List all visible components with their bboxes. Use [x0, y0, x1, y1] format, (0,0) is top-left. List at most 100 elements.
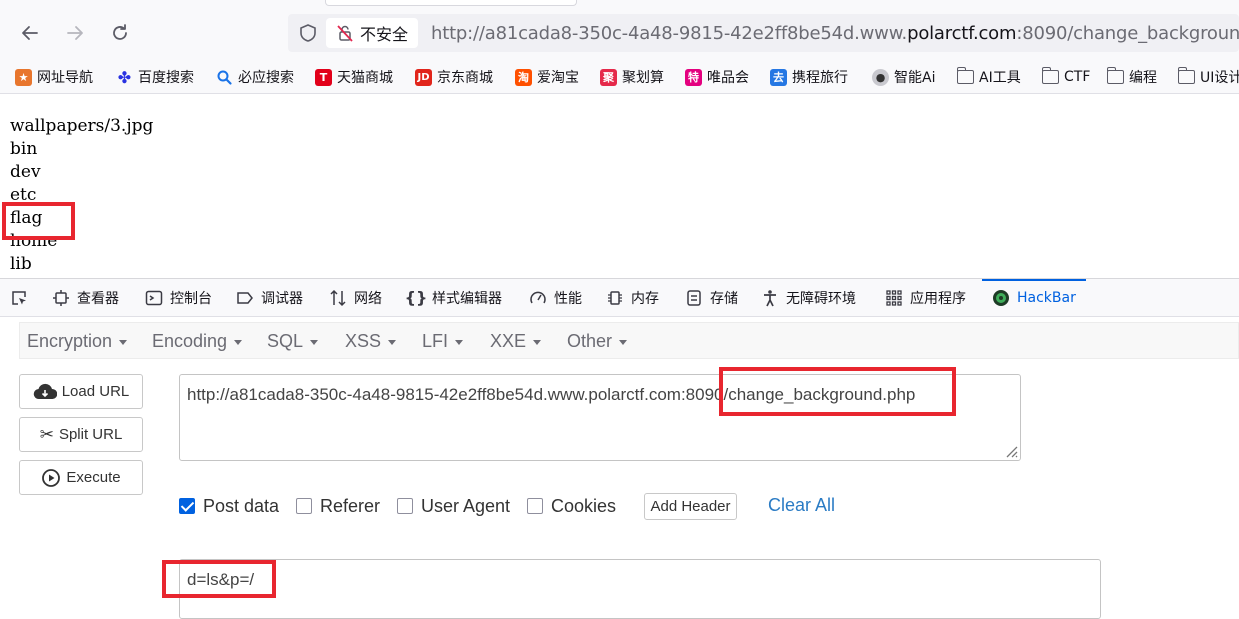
- menu-label: Encoding: [152, 331, 228, 351]
- bookmark-baidu[interactable]: ✤ 百度搜索: [116, 66, 194, 88]
- bookmark-folder-programming[interactable]: 编程: [1106, 66, 1157, 88]
- flag-highlight-box: [2, 202, 75, 240]
- load-url-button[interactable]: Load URL: [19, 374, 143, 409]
- active-tab-edge: [325, 0, 577, 6]
- bookmark-tmall[interactable]: T 天猫商城: [315, 66, 393, 88]
- console-icon: [145, 289, 163, 307]
- menu-label: SQL: [267, 331, 304, 351]
- caret-down-icon: [388, 340, 397, 345]
- tab-inspector[interactable]: 查看器: [52, 279, 119, 316]
- menu-sql[interactable]: SQL: [267, 323, 319, 360]
- tab-memory[interactable]: 内存: [606, 279, 659, 316]
- tab-performance[interactable]: 性能: [529, 279, 582, 316]
- reload-button[interactable]: [105, 18, 135, 48]
- tab-label: 调试器: [261, 290, 303, 307]
- address-bar[interactable]: 不安全 http://a81cada8-350c-4a48-9815-42e2f…: [288, 14, 1239, 52]
- caret-down-icon: [310, 340, 319, 345]
- referer-checkbox[interactable]: Referer: [296, 495, 380, 517]
- post-data-checkbox[interactable]: Post data: [179, 495, 279, 517]
- bookmark-ai[interactable]: ● 智能Ai: [872, 66, 935, 88]
- braces-icon: {}: [404, 288, 428, 307]
- bookmark-label: 爱淘宝: [537, 70, 579, 86]
- url-text[interactable]: http://a81cada8-350c-4a48-9815-42e2ff8be…: [431, 23, 1239, 44]
- ctrip-icon: 去: [770, 68, 787, 86]
- output-line: wallpapers/3.jpg: [10, 116, 154, 136]
- menu-encryption[interactable]: Encryption: [27, 323, 128, 360]
- output-line: dev: [10, 162, 41, 182]
- forward-button[interactable]: [60, 18, 90, 48]
- menu-lfi[interactable]: LFI: [422, 323, 464, 360]
- bookmark-label: 网址导航: [37, 70, 93, 86]
- tab-label: 网络: [354, 290, 382, 307]
- tab-style-editor[interactable]: {} 样式编辑器: [404, 279, 502, 316]
- tab-network[interactable]: 网络: [329, 279, 382, 316]
- url-domain: polarctf.com: [907, 23, 1017, 44]
- tab-hackbar[interactable]: HackBar: [982, 279, 1086, 316]
- tab-label: 存储: [710, 290, 738, 307]
- insecure-connection-button[interactable]: 不安全: [326, 18, 419, 48]
- bookmark-folder-ctf[interactable]: CTF: [1041, 66, 1090, 88]
- inspector-icon: [52, 289, 70, 307]
- bookmark-vip[interactable]: 特 唯品会: [685, 66, 749, 88]
- tab-application[interactable]: 应用程序: [885, 279, 966, 316]
- tab-label: HackBar: [1017, 289, 1076, 306]
- bookmark-juhuasuan[interactable]: 聚 聚划算: [600, 66, 664, 88]
- bookmark-taobao[interactable]: 淘 爱淘宝: [515, 66, 579, 88]
- folder-icon: [1041, 67, 1059, 84]
- cookies-checkbox[interactable]: Cookies: [527, 495, 616, 517]
- scissors-icon: ✂: [39, 424, 54, 444]
- ai-avatar-icon: ●: [872, 68, 889, 86]
- bookmark-label: 编程: [1129, 70, 1157, 86]
- caret-down-icon: [234, 340, 243, 345]
- checkbox-checked-icon: [179, 498, 195, 514]
- tab-storage[interactable]: 存储: [685, 279, 738, 316]
- bookmark-jd[interactable]: JD 京东商城: [415, 66, 493, 88]
- clear-all-link[interactable]: Clear All: [768, 495, 835, 516]
- bookmark-folder-ui-design[interactable]: UI设计: [1177, 66, 1239, 88]
- menu-xss[interactable]: XSS: [345, 323, 397, 360]
- add-header-button[interactable]: Add Header: [644, 493, 737, 520]
- juhuasuan-icon: 聚: [600, 68, 617, 86]
- element-picker-button[interactable]: [10, 279, 28, 316]
- bookmark-folder-ai-tools[interactable]: AI工具: [956, 66, 1021, 88]
- execute-button[interactable]: Execute: [19, 460, 143, 495]
- bookmark-bing[interactable]: 必应搜索: [216, 66, 294, 88]
- user-agent-checkbox[interactable]: User Agent: [397, 495, 510, 517]
- gauge-icon: [529, 289, 547, 307]
- resize-grip-icon[interactable]: [1002, 442, 1018, 458]
- insecure-lock-icon: [337, 25, 353, 42]
- caret-down-icon: [119, 340, 128, 345]
- insecure-label: 不安全: [360, 25, 409, 44]
- bookmark-label: AI工具: [979, 70, 1021, 86]
- tab-label: 应用程序: [910, 290, 966, 307]
- bookmark-label: 携程旅行: [792, 70, 848, 86]
- hackbar-menu-bar: Encryption Encoding SQL XSS LFI XXE Othe…: [19, 322, 1239, 359]
- bookmark-label: 聚划算: [622, 70, 664, 86]
- url-prefix: http://a81cada8-350c-4a48-9815-42e2ff8be…: [431, 23, 908, 44]
- menu-xxe[interactable]: XXE: [490, 323, 542, 360]
- devtools-tabbar: 查看器 控制台 调试器 网络 {} 样式编辑器 性能 内存 存储 无障碍环境 应…: [0, 278, 1239, 317]
- back-button[interactable]: [15, 18, 45, 48]
- nav-star-icon: ★: [15, 68, 32, 86]
- menu-encoding[interactable]: Encoding: [152, 323, 243, 360]
- url-highlight-box: [719, 367, 956, 416]
- tab-debugger[interactable]: 调试器: [236, 279, 303, 316]
- tab-console[interactable]: 控制台: [145, 279, 212, 316]
- tracking-shield-icon[interactable]: [298, 23, 318, 43]
- menu-other[interactable]: Other: [567, 323, 628, 360]
- button-label: Execute: [66, 469, 121, 486]
- bookmark-label: 天猫商城: [337, 70, 393, 86]
- jd-icon: JD: [415, 68, 432, 86]
- bookmarks-bar: ★ 网址导航 ✤ 百度搜索 必应搜索 T 天猫商城 JD 京东商城 淘 爱淘宝 …: [0, 62, 1239, 94]
- app-grid-icon: [885, 289, 903, 307]
- split-url-button[interactable]: ✂ Split URL: [19, 417, 143, 452]
- tab-accessibility[interactable]: 无障碍环境: [761, 279, 856, 316]
- cloud-download-icon: [33, 383, 57, 399]
- play-circle-icon: [42, 468, 61, 487]
- back-arrow-icon: [22, 26, 38, 40]
- vip-icon: 特: [685, 68, 702, 86]
- bookmark-nav[interactable]: ★ 网址导航: [15, 66, 93, 88]
- post-data-textarea[interactable]: d=ls&p=/: [179, 559, 1101, 619]
- bookmark-ctrip[interactable]: 去 携程旅行: [770, 66, 848, 88]
- tab-label: 控制台: [170, 290, 212, 307]
